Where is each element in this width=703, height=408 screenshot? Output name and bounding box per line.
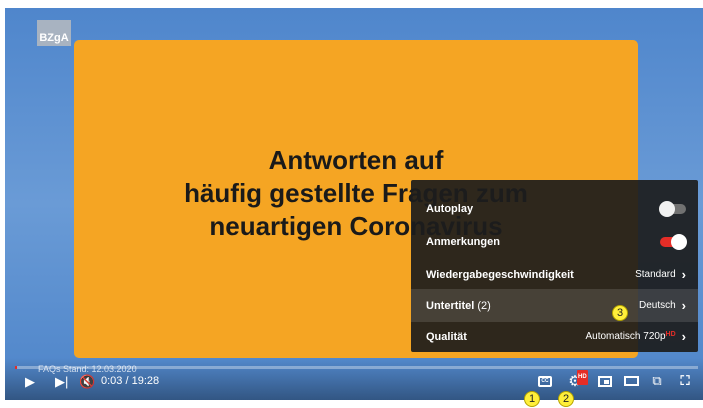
bzga-logo: BZgA <box>37 20 71 46</box>
playback-speed-label: Wiedergabegeschwindigkeit <box>426 268 574 281</box>
next-icon[interactable]: ▶| <box>55 374 68 390</box>
mute-icon[interactable]: 🔇 <box>79 374 95 390</box>
subtitles-count: (2) <box>477 299 491 312</box>
marker-1: 1 <box>524 391 540 407</box>
chapter-title: FAQs Stand: 12.03.2020 <box>38 364 137 374</box>
annotations-label: Anmerkungen <box>426 235 500 248</box>
theatre-icon <box>623 376 639 386</box>
subtitles-value: Deutsch <box>638 300 676 311</box>
hd-badge: HD <box>665 331 676 338</box>
miniplayer-icon <box>598 375 612 387</box>
menu-item-quality[interactable]: Qualität Automatisch 720pHD › <box>411 320 698 353</box>
chevron-right-icon: › <box>681 329 686 344</box>
settings-menu: Autoplay Anmerkungen Wiedergabegeschwind… <box>411 180 698 352</box>
fullscreen-button[interactable]: ⛶ <box>675 372 695 390</box>
marker-3: 3 <box>612 305 628 321</box>
chevron-right-icon: › <box>681 267 686 282</box>
miniplayer-button[interactable] <box>595 372 615 390</box>
theatre-mode-button[interactable] <box>621 372 641 390</box>
quality-value: Automatisch 720pHD <box>585 331 676 342</box>
subtitles-label: Untertitel (2) <box>426 299 491 312</box>
autoplay-toggle[interactable] <box>659 200 686 217</box>
fullscreen-icon: ⛶ <box>680 373 690 388</box>
cast-button[interactable]: ⧉ <box>647 372 667 390</box>
annotations-toggle[interactable] <box>660 233 687 250</box>
time-display: 0:03 / 19:28 <box>101 375 160 387</box>
subtitles-button[interactable]: CC <box>535 372 555 390</box>
menu-item-autoplay[interactable]: Autoplay <box>411 192 698 225</box>
subtitles-icon: CC <box>538 375 552 387</box>
menu-item-annotations[interactable]: Anmerkungen <box>411 225 698 258</box>
play-icon[interactable]: ▶ <box>25 374 35 390</box>
gear-icon: ⚙ HD <box>568 369 588 389</box>
playback-speed-value: Standard <box>635 269 676 280</box>
marker-2: 2 <box>558 391 574 407</box>
menu-item-subtitles[interactable]: Untertitel (2) Deutsch › <box>411 289 698 322</box>
control-bar: FAQs Stand: 12.03.2020 ▶ ▶| 🔇 0:03 / 19:… <box>5 358 703 400</box>
slide-line-1: Antworten auf <box>268 145 444 175</box>
autoplay-label: Autoplay <box>426 202 474 215</box>
settings-button[interactable]: ⚙ HD <box>565 369 588 390</box>
menu-item-playback-speed[interactable]: Wiedergabegeschwindigkeit Standard › <box>411 258 698 291</box>
cast-icon: ⧉ <box>652 373 662 388</box>
chevron-right-icon: › <box>681 298 686 313</box>
quality-label: Qualität <box>426 330 467 343</box>
